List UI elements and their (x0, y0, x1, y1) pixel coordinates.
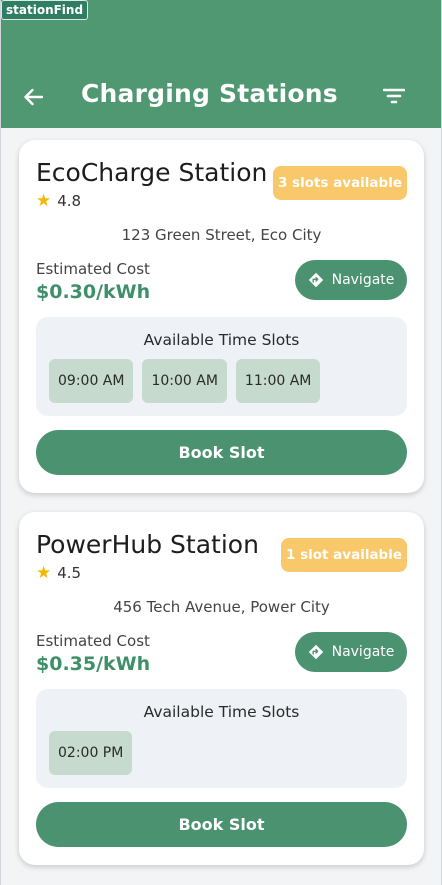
cost-label: Estimated Cost (36, 260, 150, 278)
time-slot[interactable]: 09:00 AM (49, 359, 134, 403)
star-icon: ★ (36, 563, 52, 583)
book-slot-button[interactable]: Book Slot (36, 430, 407, 475)
page-title: Charging Stations (81, 79, 338, 108)
availability-badge: 3 slots available (272, 166, 407, 200)
slot-list: 09:00 AM 10:00 AM 11:00 AM (49, 359, 321, 403)
station-address: 456 Tech Avenue, Power City (113, 598, 330, 616)
filter-button[interactable] (381, 84, 407, 108)
station-address: 123 Green Street, Eco City (121, 226, 322, 244)
time-slots-panel: Available Time Slots 02:00 PM (36, 689, 407, 788)
cost-value: $0.30/kWh (36, 281, 151, 303)
availability-badge: 1 slot available (280, 538, 407, 572)
book-slot-button[interactable]: Book Slot (36, 802, 407, 847)
slot-list: 02:00 PM (49, 731, 133, 775)
time-slot[interactable]: 02:00 PM (49, 731, 133, 775)
navigate-label: Navigate (331, 644, 395, 660)
station-card-powerhub: PowerHub Station ★ 4.5 1 slot available … (19, 512, 424, 865)
station-card-ecocharge: EcoCharge Station ★ 4.8 3 slots availabl… (19, 140, 424, 493)
star-icon: ★ (36, 191, 52, 211)
app-tag: stationFind (1, 0, 89, 20)
time-slots-panel: Available Time Slots 09:00 AM 10:00 AM 1… (36, 317, 407, 416)
navigate-button[interactable]: Navigate (295, 260, 407, 300)
cost-value: $0.35/kWh (36, 653, 151, 675)
back-button[interactable] (19, 84, 47, 110)
rating-value: 4.8 (57, 192, 82, 210)
navigate-button[interactable]: Navigate (295, 632, 407, 672)
time-slot[interactable]: 10:00 AM (142, 359, 227, 403)
station-name: PowerHub Station (36, 530, 259, 559)
time-slot[interactable]: 11:00 AM (235, 359, 321, 403)
directions-icon (308, 272, 323, 288)
station-rating: ★ 4.8 (36, 191, 81, 211)
arrow-left-icon (24, 88, 43, 106)
filter-icon (383, 88, 405, 104)
cost-label: Estimated Cost (36, 632, 150, 650)
directions-icon (308, 644, 323, 660)
station-name: EcoCharge Station (36, 158, 268, 187)
station-rating: ★ 4.5 (36, 563, 81, 583)
slots-title: Available Time Slots (143, 331, 300, 349)
slots-title: Available Time Slots (143, 703, 300, 721)
navigate-label: Navigate (331, 272, 395, 288)
rating-value: 4.5 (57, 564, 82, 582)
